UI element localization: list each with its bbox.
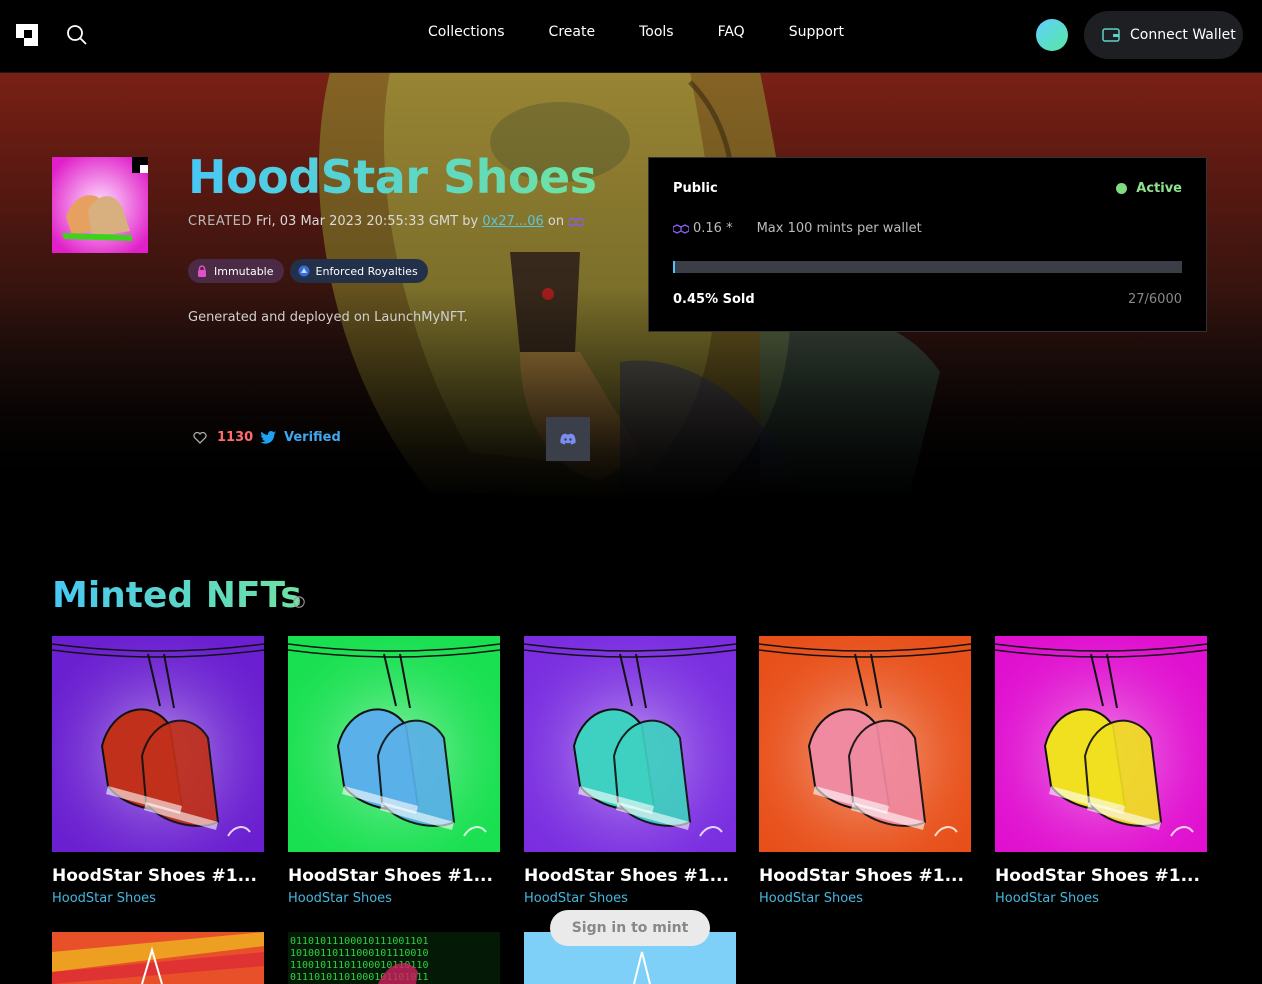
connect-wallet-label: Connect Wallet bbox=[1130, 27, 1236, 43]
nav-link-tools[interactable]: Tools bbox=[639, 24, 674, 40]
sign-in-to-mint-button[interactable]: Sign in to mint bbox=[550, 910, 710, 946]
nft-collection-link[interactable]: HoodStar Shoes bbox=[288, 891, 500, 906]
nav-link-collections[interactable]: Collections bbox=[428, 24, 505, 40]
connect-wallet-button[interactable]: Connect Wallet bbox=[1084, 11, 1243, 59]
nft-name: HoodStar Shoes #1... bbox=[288, 866, 493, 886]
minted-count: 27/6000 bbox=[1127, 292, 1182, 307]
nft-card[interactable]: HoodStar Shoes #1... HoodStar Shoes bbox=[288, 636, 500, 906]
mint-phase-title: Public bbox=[673, 181, 718, 196]
nft-name: HoodStar Shoes #1... bbox=[524, 866, 729, 886]
nft-name: HoodStar Shoes #1... bbox=[52, 866, 257, 886]
created-label: CREATED bbox=[188, 214, 252, 229]
svg-text:10100110111000101110010: 10100110111000101110010 bbox=[290, 948, 428, 959]
immutable-label: Immutable bbox=[214, 264, 274, 278]
mint-progress-fill bbox=[673, 261, 676, 273]
info-icon[interactable] bbox=[293, 596, 305, 608]
twitter-icon bbox=[260, 431, 276, 444]
lock-icon bbox=[198, 265, 206, 277]
heart-icon bbox=[193, 431, 207, 444]
twitter-verified-label: Verified bbox=[284, 430, 341, 445]
collection-badges: Immutable Enforced Royalties bbox=[188, 259, 428, 283]
collection-description: Generated and deployed on LaunchMyNFT. bbox=[188, 310, 468, 325]
top-nav: Collections Create Tools FAQ Support Con… bbox=[0, 0, 1262, 73]
nav-links: Collections Create Tools FAQ Support bbox=[428, 24, 888, 40]
discord-button[interactable] bbox=[546, 417, 590, 461]
nft-card-partial[interactable]: 01101011100010111001101 1010011011100010… bbox=[288, 932, 500, 984]
nft-collection-link[interactable]: HoodStar Shoes bbox=[524, 891, 736, 906]
minted-nfts-heading: Minted NFTs bbox=[52, 575, 302, 616]
svg-text:01101011100010111001101: 01101011100010111001101 bbox=[290, 936, 428, 947]
nft-image bbox=[759, 636, 971, 852]
sold-percent: 0.45% Sold bbox=[673, 292, 755, 307]
nav-link-support[interactable]: Support bbox=[789, 24, 844, 40]
royalties-label: Enforced Royalties bbox=[315, 264, 418, 278]
like-count: 1130 bbox=[217, 430, 254, 445]
mint-price: 0.16 * bbox=[693, 221, 733, 236]
like-button[interactable]: 1130 bbox=[193, 430, 253, 445]
royalty-shield-icon bbox=[298, 265, 310, 277]
nft-name: HoodStar Shoes #1... bbox=[995, 866, 1200, 886]
by-label: by bbox=[462, 214, 479, 229]
polygon-chain-icon bbox=[567, 216, 585, 227]
created-line: CREATED Fri, 03 Mar 2023 20:55:33 GMT by… bbox=[188, 214, 585, 229]
nft-image bbox=[524, 636, 736, 852]
discord-icon bbox=[560, 433, 576, 445]
polygon-chain-icon bbox=[673, 223, 689, 234]
twitter-verified-link[interactable]: Verified bbox=[260, 430, 341, 445]
nft-collection-link[interactable]: HoodStar Shoes bbox=[52, 891, 264, 906]
launchmynft-logo-icon[interactable] bbox=[16, 24, 38, 46]
collection-title: HoodStar Shoes bbox=[188, 150, 597, 204]
status-dot bbox=[1116, 183, 1128, 194]
nft-card[interactable]: HoodStar Shoes #1... HoodStar Shoes bbox=[524, 636, 736, 906]
wallet-icon bbox=[1102, 28, 1120, 42]
mint-status: Active bbox=[1116, 181, 1182, 196]
max-mints: Max 100 mints per wallet bbox=[756, 221, 922, 236]
creator-address-link[interactable]: 0x27...06 bbox=[482, 214, 543, 229]
search-icon[interactable] bbox=[66, 24, 88, 46]
royalties-badge: Enforced Royalties bbox=[289, 259, 428, 283]
mint-phase-panel: Public Active 0.16 * Max 100 mints per w… bbox=[648, 157, 1207, 332]
created-date: Fri, 03 Mar 2023 20:55:33 GMT bbox=[256, 214, 459, 229]
immutable-badge: Immutable bbox=[188, 259, 284, 283]
nft-image bbox=[288, 636, 500, 852]
nft-image bbox=[52, 636, 264, 852]
nav-link-create[interactable]: Create bbox=[549, 24, 596, 40]
mint-progress-bar bbox=[673, 261, 1182, 273]
mint-price-row: 0.16 * Max 100 mints per wallet bbox=[673, 221, 922, 236]
nft-collection-link[interactable]: HoodStar Shoes bbox=[995, 891, 1207, 906]
nft-card[interactable]: HoodStar Shoes #1... HoodStar Shoes bbox=[52, 636, 264, 906]
nft-card[interactable]: HoodStar Shoes #1... HoodStar Shoes bbox=[759, 636, 971, 906]
nft-image bbox=[995, 636, 1207, 852]
avatar[interactable] bbox=[1036, 19, 1068, 51]
nft-name: HoodStar Shoes #1... bbox=[759, 866, 964, 886]
nav-link-faq[interactable]: FAQ bbox=[718, 24, 745, 40]
status-label: Active bbox=[1136, 181, 1182, 196]
collection-thumbnail bbox=[52, 157, 148, 253]
on-label: on bbox=[547, 214, 565, 229]
nft-collection-link[interactable]: HoodStar Shoes bbox=[759, 891, 971, 906]
nft-card-partial[interactable] bbox=[52, 932, 264, 984]
nft-card[interactable]: HoodStar Shoes #1... HoodStar Shoes bbox=[995, 636, 1207, 906]
